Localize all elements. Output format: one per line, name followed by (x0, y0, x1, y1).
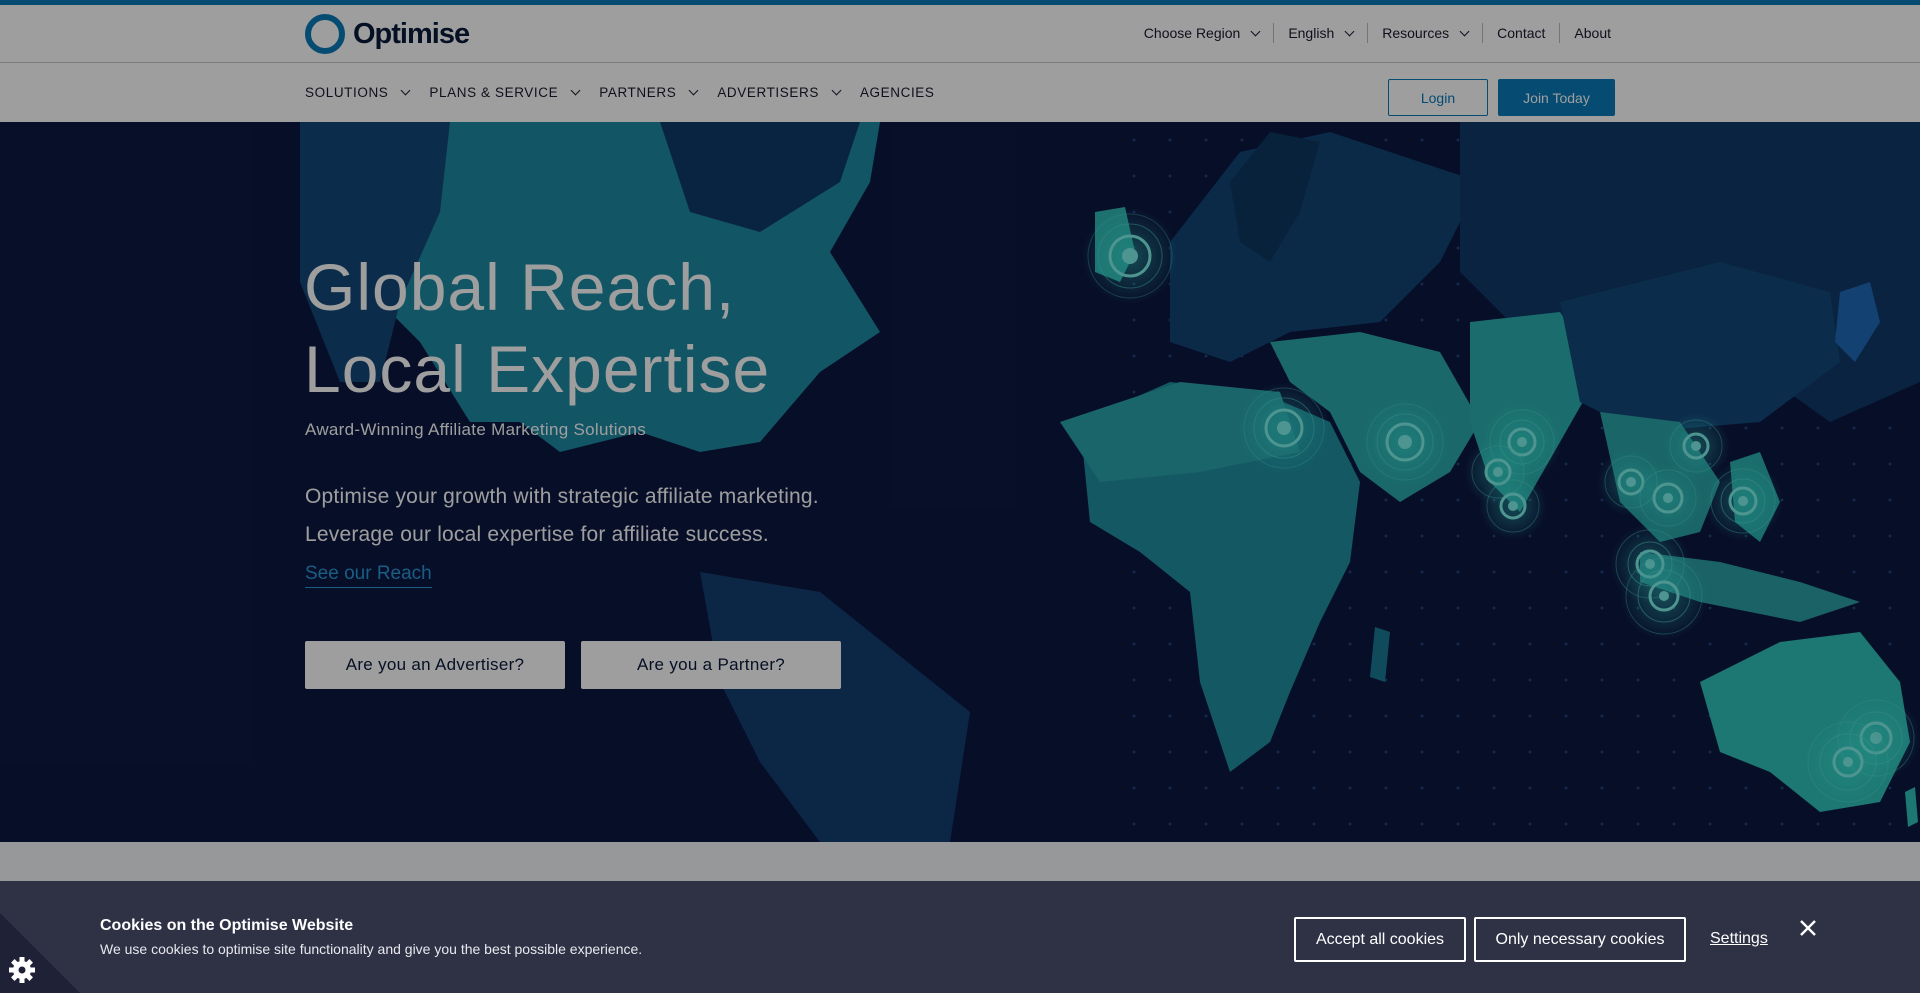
accept-all-cookies-button[interactable]: Accept all cookies (1294, 917, 1466, 962)
util-language-label: English (1288, 25, 1335, 41)
utility-nav: Choose Region English Resources Contact … (1130, 23, 1611, 43)
location-pulse-icon (1620, 552, 1708, 640)
nav-plans-service[interactable]: PLANS & SERVICE (429, 85, 581, 100)
nav-solutions-label: SOLUTIONS (305, 85, 389, 100)
utility-bar: Optimise Choose Region English Resources… (0, 5, 1920, 63)
south-america-shape (700, 572, 970, 842)
optimise-logo[interactable]: Optimise (305, 14, 470, 54)
location-pulse-icon (1359, 396, 1451, 488)
hero-title-line2: Local Expertise (304, 332, 771, 406)
nav-plans-service-label: PLANS & SERVICE (429, 85, 559, 100)
nav-advertisers[interactable]: ADVERTISERS (717, 85, 842, 100)
nav-advertisers-label: ADVERTISERS (717, 85, 819, 100)
advertiser-cta-button[interactable]: Are you an Advertiser? (305, 641, 565, 689)
util-choose-region-label: Choose Region (1143, 25, 1241, 41)
chevron-down-icon (831, 85, 842, 96)
chevron-down-icon (1344, 26, 1355, 36)
page: Optimise Choose Region English Resources… (0, 0, 1920, 993)
hero-title: Global Reach, Local Expertise (304, 246, 770, 410)
main-nav: SOLUTIONS PLANS & SERVICE PARTNERS ADVER… (305, 85, 955, 100)
cookie-settings-link[interactable]: Settings (1710, 930, 1768, 948)
world-map-graphic (300, 122, 1920, 842)
hero-body-line1: Optimise your growth with strategic affi… (305, 485, 819, 508)
hero-body-line2: Leverage our local expertise for affilia… (305, 523, 769, 546)
nav-agencies[interactable]: AGENCIES (860, 85, 935, 100)
nav-agencies-label: AGENCIES (859, 85, 935, 100)
location-pulse-icon (1082, 208, 1178, 304)
util-contact-label: Contact (1497, 25, 1546, 41)
login-button[interactable]: Login (1388, 79, 1488, 116)
content-strip (0, 842, 1920, 881)
chevron-down-icon (1250, 26, 1261, 36)
cookie-title: Cookies on the Optimise Website (100, 917, 354, 934)
nav-solutions[interactable]: SOLUTIONS (305, 85, 411, 100)
location-pulse-icon (1238, 382, 1330, 474)
logo-ring-icon (305, 14, 345, 54)
chevron-down-icon (1459, 26, 1470, 36)
site-header: Optimise Choose Region English Resources… (0, 5, 1920, 122)
nav-partners-label: PARTNERS (599, 85, 677, 100)
partner-cta-button[interactable]: Are you a Partner? (581, 641, 841, 689)
only-necessary-cookies-button[interactable]: Only necessary cookies (1474, 917, 1686, 962)
chevron-down-icon (570, 85, 581, 96)
hero-title-line1: Global Reach, (304, 250, 736, 324)
hero-section: Global Reach, Local Expertise Award-Winn… (0, 122, 1920, 842)
gear-icon (9, 957, 35, 983)
location-pulse-icon (1802, 716, 1894, 808)
hero-subtitle: Award-Winning Affiliate Marketing Soluti… (305, 420, 647, 439)
chevron-down-icon (688, 85, 699, 96)
cookie-banner: Cookies on the Optimise Website We use c… (0, 881, 1920, 993)
location-pulse-icon (1479, 472, 1547, 540)
util-language[interactable]: English (1273, 23, 1367, 43)
hero-body: Optimise your growth with strategic affi… (305, 478, 819, 554)
util-choose-region[interactable]: Choose Region (1130, 23, 1274, 43)
cookie-settings-corner[interactable] (0, 913, 80, 993)
chevron-down-icon (400, 85, 411, 96)
util-resources[interactable]: Resources (1367, 23, 1482, 43)
location-pulse-icon (1632, 462, 1704, 534)
util-about-label: About (1574, 25, 1611, 41)
close-icon[interactable] (1797, 917, 1819, 939)
see-our-reach-link[interactable]: See our Reach (305, 563, 432, 588)
location-pulse-icon (1703, 461, 1783, 541)
join-today-button[interactable]: Join Today (1498, 79, 1615, 116)
cookie-text: We use cookies to optimise site function… (100, 941, 643, 957)
util-about[interactable]: About (1559, 23, 1611, 43)
logo-text: Optimise (353, 17, 470, 50)
util-resources-label: Resources (1382, 25, 1450, 41)
util-contact[interactable]: Contact (1482, 23, 1559, 43)
nav-partners[interactable]: PARTNERS (599, 85, 699, 100)
main-nav-bar: SOLUTIONS PLANS & SERVICE PARTNERS ADVER… (0, 63, 1920, 122)
